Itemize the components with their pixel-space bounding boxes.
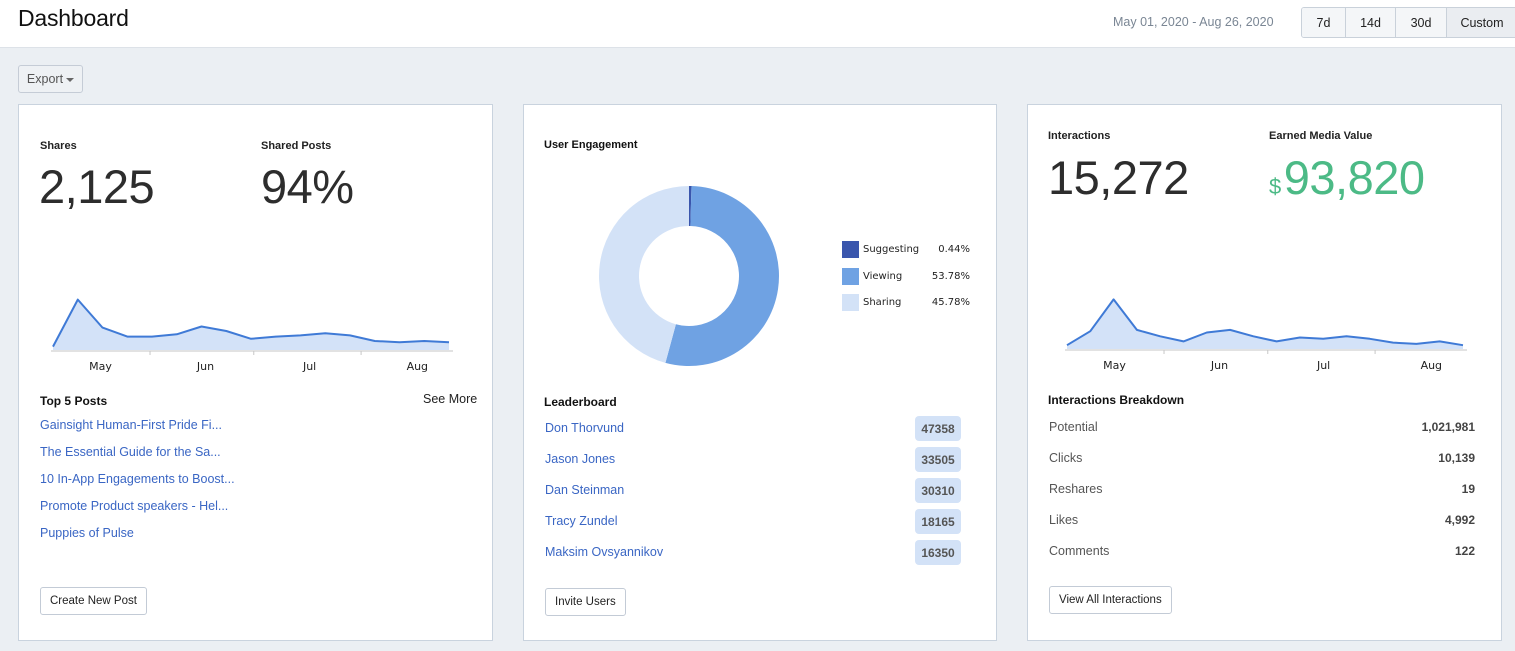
x-tick-label: Aug bbox=[1421, 359, 1442, 372]
x-tick-label: Jun bbox=[196, 360, 214, 373]
breakdown-label: Comments bbox=[1049, 544, 1110, 558]
x-tick-label: Jun bbox=[1210, 359, 1228, 372]
caret-down-icon bbox=[66, 77, 75, 82]
leaderboard-score-badge: 30310 bbox=[915, 478, 961, 503]
leaderboard-score-badge: 33505 bbox=[915, 447, 961, 472]
legend-value: 0.44% bbox=[938, 244, 970, 255]
legend-item-viewing: Viewing 53.78% bbox=[842, 268, 970, 285]
top-post-link[interactable]: The Essential Guide for the Sa... bbox=[40, 445, 221, 459]
breakdown-value: 4,992 bbox=[1444, 513, 1475, 527]
x-tick-label: May bbox=[89, 360, 112, 373]
interactions-breakdown-title: Interactions Breakdown bbox=[1048, 393, 1185, 407]
x-tick-label: Jul bbox=[1316, 359, 1330, 372]
range-14d-button[interactable]: 14d bbox=[1346, 8, 1396, 37]
earned-media-value: $93,820 bbox=[1269, 150, 1425, 205]
shares-label: Shares bbox=[40, 140, 77, 152]
breakdown-label: Clicks bbox=[1049, 451, 1083, 465]
interactions-value: 15,272 bbox=[1048, 151, 1189, 204]
range-7d-button[interactable]: 7d bbox=[1302, 8, 1346, 37]
legend-value: 45.78% bbox=[931, 297, 970, 308]
x-tick-label: Aug bbox=[407, 360, 428, 373]
breakdown-value: 122 bbox=[1454, 544, 1475, 558]
legend-label: Sharing bbox=[863, 297, 902, 308]
legend-label: Viewing bbox=[863, 271, 903, 282]
earned-media-value-label: Earned Media Value bbox=[1269, 130, 1373, 142]
legend-value: 53.78% bbox=[931, 271, 970, 282]
range-custom-button[interactable]: Custom bbox=[1447, 8, 1515, 37]
sparkline-area bbox=[1067, 299, 1463, 349]
leaderboard-user-link[interactable]: Tracy Zundel bbox=[545, 514, 617, 528]
top-post-link[interactable]: Promote Product speakers - Hel... bbox=[40, 499, 228, 513]
user-engagement-card: User Engagement Suggesting 0.44% Viewing… bbox=[523, 104, 997, 641]
date-range-selector: 7d 14d 30d Custom bbox=[1301, 7, 1515, 38]
shares-value: 2,125 bbox=[39, 160, 155, 213]
legend-item-suggesting: Suggesting 0.44% bbox=[842, 241, 970, 258]
date-range-label: May 01, 2020 - Aug 26, 2020 bbox=[1113, 15, 1274, 29]
user-engagement-donut-chart bbox=[599, 186, 779, 366]
legend-swatch bbox=[842, 268, 859, 285]
top-posts-title: Top 5 Posts bbox=[40, 394, 108, 408]
leaderboard-title: Leaderboard bbox=[544, 395, 617, 409]
top-post-link[interactable]: Gainsight Human-First Pride Fi... bbox=[40, 418, 222, 432]
shares-sparkline-chart: May Jun Jul Aug bbox=[51, 298, 453, 373]
create-new-post-button[interactable]: Create New Post bbox=[40, 587, 147, 615]
view-all-interactions-button[interactable]: View All Interactions bbox=[1049, 586, 1172, 614]
shared-posts-value: 94% bbox=[261, 160, 354, 213]
interactions-card: Interactions 15,272 Earned Media Value $… bbox=[1027, 104, 1502, 641]
leaderboard-user-link[interactable]: Don Thorvund bbox=[545, 421, 624, 435]
breakdown-value: 19 bbox=[1461, 482, 1475, 496]
breakdown-value: 10,139 bbox=[1438, 451, 1475, 465]
leaderboard-user-link[interactable]: Dan Steinman bbox=[545, 483, 624, 497]
interactions-label: Interactions bbox=[1048, 130, 1111, 142]
legend-swatch bbox=[842, 294, 859, 311]
x-tick-label: Jul bbox=[302, 360, 316, 373]
user-engagement-title: User Engagement bbox=[544, 139, 638, 151]
see-more-link[interactable]: See More bbox=[423, 392, 477, 406]
shares-card: Shares 2,125 Shared Posts 94% May Jun Jul A… bbox=[18, 104, 493, 641]
top-bar: Dashboard May 01, 2020 - Aug 26, 2020 7d… bbox=[0, 0, 1515, 48]
legend-item-sharing: Sharing 45.78% bbox=[842, 294, 970, 311]
leaderboard-score-badge: 16350 bbox=[915, 540, 961, 565]
export-button[interactable]: Export bbox=[18, 65, 83, 93]
range-30d-button[interactable]: 30d bbox=[1396, 8, 1447, 37]
legend-label: Suggesting bbox=[863, 244, 920, 255]
breakdown-label: Reshares bbox=[1049, 482, 1103, 496]
top-post-link[interactable]: 10 In-App Engagements to Boost... bbox=[40, 472, 235, 486]
leaderboard-score-badge: 18165 bbox=[915, 509, 961, 534]
export-label: Export bbox=[26, 72, 64, 86]
page-title: Dashboard bbox=[18, 5, 129, 31]
interactions-sparkline-chart: May Jun Jul Aug bbox=[1065, 298, 1467, 372]
legend-swatch bbox=[842, 241, 859, 258]
x-tick-label: May bbox=[1103, 359, 1126, 372]
earned-media-value-amount: 93,820 bbox=[1283, 151, 1425, 204]
currency-symbol: $ bbox=[1269, 174, 1281, 199]
leaderboard-user-link[interactable]: Maksim Ovsyannikov bbox=[545, 545, 663, 559]
breakdown-label: Potential bbox=[1049, 420, 1098, 434]
shared-posts-label: Shared Posts bbox=[261, 140, 332, 152]
top-post-link[interactable]: Puppies of Pulse bbox=[40, 526, 134, 540]
breakdown-value: 1,021,981 bbox=[1421, 420, 1475, 434]
leaderboard-score-badge: 47358 bbox=[915, 416, 961, 441]
leaderboard-user-link[interactable]: Jason Jones bbox=[545, 452, 615, 466]
invite-users-button[interactable]: Invite Users bbox=[545, 588, 626, 616]
breakdown-label: Likes bbox=[1049, 513, 1079, 527]
